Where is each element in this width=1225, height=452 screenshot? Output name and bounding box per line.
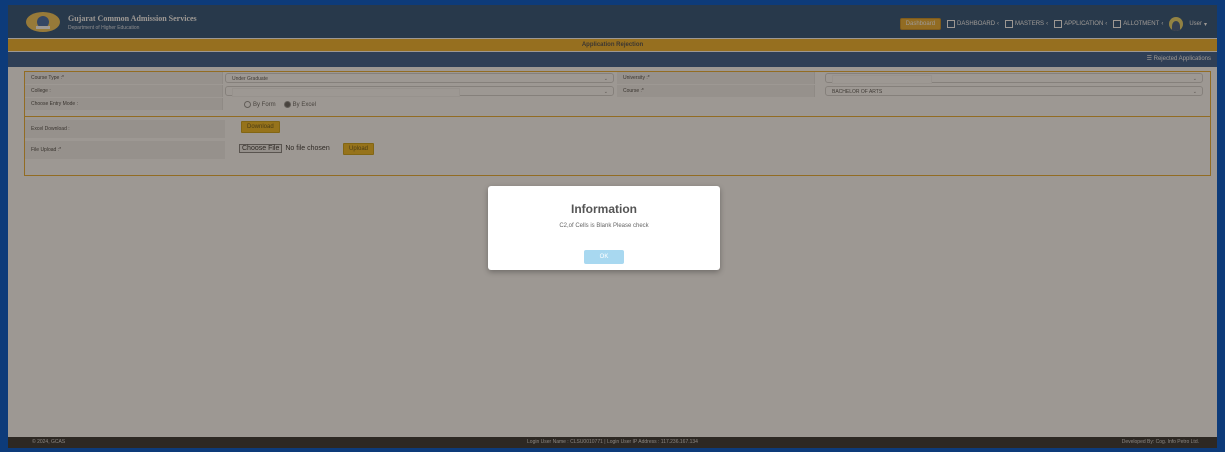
information-dialog: Information C2,of Cells is Blank Please … bbox=[488, 186, 720, 270]
dialog-message: C2,of Cells is Blank Please check bbox=[559, 223, 649, 229]
app-frame: Gujarat Common Admission Services Depart… bbox=[8, 5, 1217, 448]
ok-button[interactable]: OK bbox=[584, 250, 624, 264]
dialog-title: Information bbox=[571, 202, 637, 216]
